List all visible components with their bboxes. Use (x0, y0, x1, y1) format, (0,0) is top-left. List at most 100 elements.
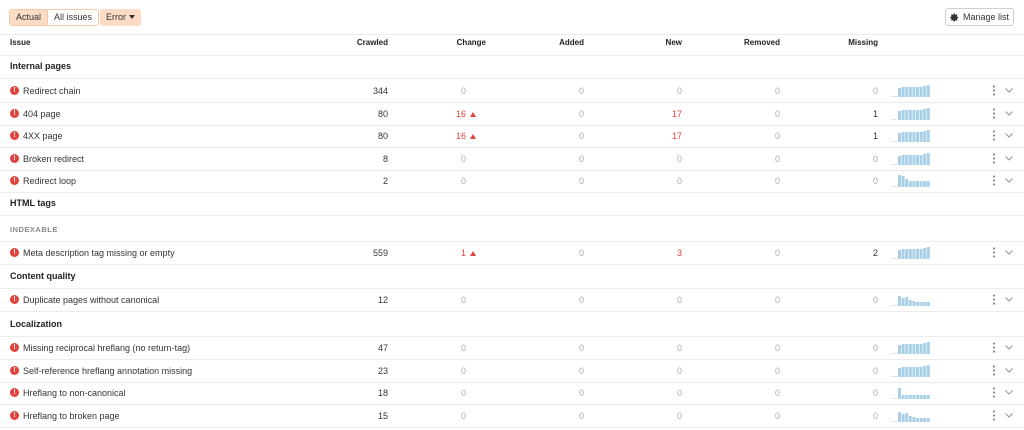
table-row[interactable]: ! Self-reference hreflang annotation miss… (0, 360, 1024, 382)
added-value[interactable]: 0 (540, 343, 584, 353)
crawled-value[interactable]: 15 (340, 411, 388, 421)
added-value[interactable]: 0 (540, 295, 584, 305)
issue-name[interactable]: Redirect loop (23, 176, 76, 186)
new-value[interactable]: 0 (640, 295, 682, 305)
more-options-icon[interactable] (990, 84, 998, 97)
removed-value[interactable]: 0 (740, 131, 780, 141)
removed-value[interactable]: 0 (740, 295, 780, 305)
more-options-icon[interactable] (990, 107, 998, 120)
crawled-value[interactable]: 559 (340, 248, 388, 258)
column-header-change[interactable]: Change (430, 38, 486, 50)
missing-value[interactable]: 0 (830, 343, 878, 353)
new-value[interactable]: 0 (640, 366, 682, 376)
new-value[interactable]: 17 (640, 109, 682, 119)
removed-value[interactable]: 0 (740, 388, 780, 398)
added-value[interactable]: 0 (540, 86, 584, 96)
new-value[interactable]: 0 (640, 86, 682, 96)
chevron-down-icon[interactable] (1004, 409, 1014, 422)
missing-value[interactable]: 0 (830, 388, 878, 398)
removed-value[interactable]: 0 (740, 154, 780, 164)
issue-name[interactable]: Hreflang to non-canonical (23, 388, 126, 398)
missing-value[interactable]: 0 (830, 154, 878, 164)
new-value[interactable]: 17 (640, 131, 682, 141)
removed-value[interactable]: 0 (740, 366, 780, 376)
table-row[interactable]: ! 4XX page 80 16 0 17 0 1 (0, 125, 1024, 147)
more-options-icon[interactable] (990, 152, 998, 165)
issue-name[interactable]: Meta description tag missing or empty (23, 248, 175, 258)
table-row[interactable]: ! Hreflang to broken page 15 0 0 0 0 0 (0, 405, 1024, 427)
column-header-issue[interactable]: Issue (10, 38, 30, 50)
missing-value[interactable]: 0 (830, 176, 878, 186)
issue-name[interactable]: 404 page (23, 109, 61, 119)
chevron-down-icon[interactable] (1004, 386, 1014, 399)
chevron-down-icon[interactable] (1004, 293, 1014, 306)
missing-value[interactable]: 2 (830, 248, 878, 258)
chevron-down-icon[interactable] (1004, 107, 1014, 120)
error-filter-dropdown[interactable]: Error (100, 9, 141, 26)
removed-value[interactable]: 0 (740, 248, 780, 258)
crawled-value[interactable]: 2 (340, 176, 388, 186)
table-row[interactable]: ! Hreflang to non-canonical 18 0 0 0 0 0 (0, 382, 1024, 404)
all-issues-tab[interactable]: All issues (47, 10, 99, 25)
missing-value[interactable]: 0 (830, 366, 878, 376)
column-header-added[interactable]: Added (540, 38, 584, 50)
more-options-icon[interactable] (990, 386, 998, 399)
table-row[interactable]: ! Meta description tag missing or empty 55… (0, 242, 1024, 264)
crawled-value[interactable]: 47 (340, 343, 388, 353)
new-value[interactable]: 0 (640, 411, 682, 421)
removed-value[interactable]: 0 (740, 176, 780, 186)
issue-name[interactable]: 4XX page (23, 131, 63, 141)
more-options-icon[interactable] (990, 364, 998, 377)
new-value[interactable]: 3 (640, 248, 682, 258)
issue-name[interactable]: Missing reciprocal hreflang (no return-t… (23, 343, 190, 353)
added-value[interactable]: 0 (540, 176, 584, 186)
new-value[interactable]: 0 (640, 154, 682, 164)
missing-value[interactable]: 1 (830, 131, 878, 141)
chevron-down-icon[interactable] (1004, 174, 1014, 187)
issue-name[interactable]: Redirect chain (23, 86, 81, 96)
more-options-icon[interactable] (990, 293, 998, 306)
removed-value[interactable]: 0 (740, 411, 780, 421)
chevron-down-icon[interactable] (1004, 364, 1014, 377)
crawled-value[interactable]: 23 (340, 366, 388, 376)
missing-value[interactable]: 0 (830, 86, 878, 96)
crawled-value[interactable]: 12 (340, 295, 388, 305)
more-options-icon[interactable] (990, 246, 998, 259)
added-value[interactable]: 0 (540, 366, 584, 376)
crawled-value[interactable]: 80 (340, 109, 388, 119)
column-header-crawled[interactable]: Crawled (340, 38, 388, 50)
removed-value[interactable]: 0 (740, 109, 780, 119)
chevron-down-icon[interactable] (1004, 129, 1014, 142)
crawled-value[interactable]: 18 (340, 388, 388, 398)
removed-value[interactable]: 0 (740, 343, 780, 353)
added-value[interactable]: 0 (540, 248, 584, 258)
chevron-down-icon[interactable] (1004, 152, 1014, 165)
more-options-icon[interactable] (990, 174, 998, 187)
table-row[interactable]: ! 404 page 80 16 0 17 0 1 (0, 103, 1024, 125)
table-row[interactable]: ! Redirect chain 344 0 0 0 0 0 (0, 80, 1024, 102)
added-value[interactable]: 0 (540, 388, 584, 398)
column-header-missing[interactable]: Missing (830, 38, 878, 50)
added-value[interactable]: 0 (540, 154, 584, 164)
added-value[interactable]: 0 (540, 411, 584, 421)
more-options-icon[interactable] (990, 409, 998, 422)
table-row[interactable]: ! Missing reciprocal hreflang (no return-… (0, 337, 1024, 359)
chevron-down-icon[interactable] (1004, 341, 1014, 354)
more-options-icon[interactable] (990, 129, 998, 142)
issue-name[interactable]: Duplicate pages without canonical (23, 295, 159, 305)
issue-name[interactable]: Broken redirect (23, 154, 84, 164)
missing-value[interactable]: 0 (830, 411, 878, 421)
table-row[interactable]: ! Broken redirect 8 0 0 0 0 0 (0, 148, 1024, 170)
chevron-down-icon[interactable] (1004, 246, 1014, 259)
issue-name[interactable]: Hreflang to broken page (23, 411, 120, 421)
crawled-value[interactable]: 344 (340, 86, 388, 96)
new-value[interactable]: 0 (640, 343, 682, 353)
missing-value[interactable]: 0 (830, 295, 878, 305)
column-header-new[interactable]: New (640, 38, 682, 50)
actual-tab[interactable]: Actual (10, 10, 48, 25)
more-options-icon[interactable] (990, 341, 998, 354)
missing-value[interactable]: 1 (830, 109, 878, 119)
added-value[interactable]: 0 (540, 109, 584, 119)
crawled-value[interactable]: 80 (340, 131, 388, 141)
table-row[interactable]: ! Redirect loop 2 0 0 0 0 0 (0, 170, 1024, 192)
